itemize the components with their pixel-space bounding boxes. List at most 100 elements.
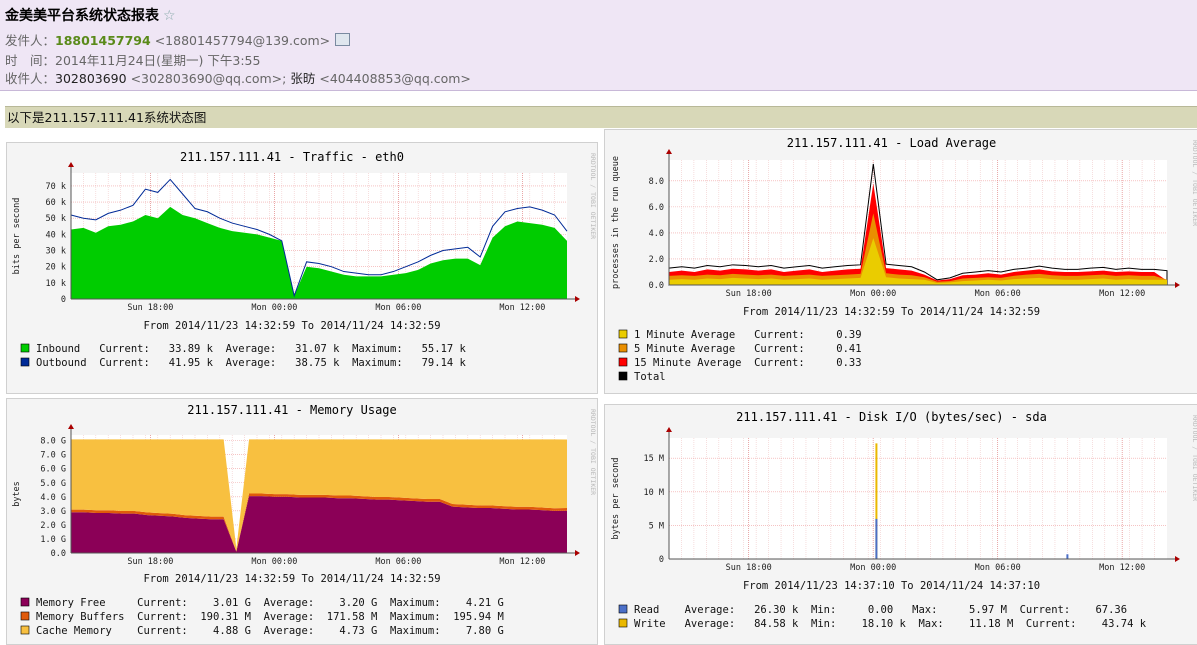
graph-period: From 2014/11/23 14:37:10 To 2014/11/24 1… — [743, 580, 1040, 592]
graph-svg: 211.157.111.41 - Memory Usage RRDTOOL / T… — [12, 403, 597, 637]
y-tick-label: 0 — [61, 295, 66, 305]
y-tick-label: 70 k — [46, 182, 66, 192]
x-axis-arrow — [575, 296, 580, 302]
graph-period: From 2014/11/23 14:32:59 To 2014/11/24 1… — [143, 320, 440, 332]
y-tick-label: 40 k — [46, 230, 66, 240]
legend-swatch — [20, 357, 30, 367]
rrdtool-credit: RRDTOOL / TOBI OETIKER — [1191, 415, 1197, 501]
y-tick-label: 10 k — [46, 279, 66, 289]
legend-entry: Memory Free Current: 3.01 G Average: 3.2… — [36, 597, 504, 609]
subject-text: 金美美平台系统状态报表 — [5, 8, 159, 24]
legend-entry: Total — [634, 371, 666, 383]
disk-io-graph: 211.157.111.41 - Disk I/O (bytes/sec) - … — [604, 404, 1197, 645]
legend-swatch — [618, 371, 628, 381]
y-tick-label: 3.0 G — [40, 507, 66, 517]
legend-swatch — [20, 343, 30, 353]
x-axis-arrow — [1175, 556, 1180, 562]
y-tick-label: 50 k — [46, 214, 66, 224]
y-tick-label: 15 M — [644, 454, 664, 464]
x-tick-label: Sun 18:00 — [127, 303, 173, 313]
x-axis-arrow — [1175, 282, 1180, 288]
grid — [669, 438, 1167, 560]
rrdtool-credit: RRDTOOL / TOBI OETIKER — [589, 409, 597, 495]
graph-period: From 2014/11/23 14:32:59 To 2014/11/24 1… — [743, 306, 1040, 318]
legend-entry: 1 Minute Average Current: 0.39 — [634, 329, 862, 341]
sender-row: 发件人：18801457794 <18801457794@139.com> — [5, 30, 351, 49]
y-axis-label: processes in the run queue — [611, 156, 621, 289]
time-value: 2014年11月24日(星期一) 下午3:55 — [55, 53, 261, 68]
y-tick-label: 2.0 G — [40, 521, 66, 531]
star-icon[interactable]: ☆ — [163, 8, 176, 24]
y-tick-label: 6.0 — [649, 203, 664, 213]
y-axis-arrow — [666, 149, 672, 154]
graph-title: 211.157.111.41 - Traffic - eth0 — [180, 150, 404, 164]
recipient-2-name[interactable]: 张昉 — [290, 71, 315, 86]
contact-card-icon[interactable] — [335, 33, 351, 46]
sender-address: <18801457794@139.com> — [154, 33, 331, 48]
legend-entry: Outbound Current: 41.95 k Average: 38.75… — [36, 357, 467, 369]
email-subject: 金美美平台系统状态报表 ☆ — [5, 5, 176, 25]
legend-swatch — [20, 611, 30, 621]
time-label: 时 间： — [5, 53, 56, 68]
x-tick-label: Mon 00:00 — [850, 563, 896, 573]
sender-name[interactable]: 18801457794 — [55, 33, 151, 48]
graph-title: 211.157.111.41 - Memory Usage — [187, 403, 397, 417]
y-tick-label: 5.0 G — [40, 479, 66, 489]
time-row: 时 间：2014年11月24日(星期一) 下午3:55 — [5, 50, 260, 69]
y-tick-label: 7.0 G — [40, 451, 66, 461]
x-tick-label: Mon 00:00 — [850, 289, 896, 299]
legend-entry: Cache Memory Current: 4.88 G Average: 4.… — [36, 625, 504, 637]
recipient-1-name[interactable]: 302803690 — [55, 71, 127, 86]
grid — [669, 160, 1167, 286]
y-axis-label: bytes — [12, 481, 22, 507]
rrdtool-credit: RRDTOOL / TOBI OETIKER — [589, 153, 597, 239]
legend-entry: Inbound Current: 33.89 k Average: 31.07 … — [36, 343, 467, 355]
graph-svg: 211.157.111.41 - Traffic - eth0 RRDTOOL /… — [12, 150, 597, 369]
x-tick-label: Mon 12:00 — [1099, 563, 1145, 573]
legend-entry: Read Average: 26.30 k Min: 0.00 Max: 5.9… — [634, 604, 1127, 616]
graph-title: 211.157.111.41 - Disk I/O (bytes/sec) - … — [736, 410, 1047, 424]
x-tick-label: Mon 06:00 — [375, 557, 421, 567]
legend-swatch — [20, 625, 30, 635]
y-tick-label: 8.0 G — [40, 437, 66, 447]
y-axis-arrow — [68, 424, 74, 429]
legend-swatch — [618, 618, 628, 628]
x-tick-label: Mon 00:00 — [251, 557, 297, 567]
x-tick-label: Mon 12:00 — [499, 303, 545, 313]
y-tick-label: 4.0 G — [40, 493, 66, 503]
y-axis-label: bits per second — [12, 198, 22, 275]
x-axis-arrow — [575, 550, 580, 556]
y-tick-label: 2.0 — [649, 255, 664, 265]
io-spike — [1066, 554, 1069, 559]
y-tick-label: 5 M — [649, 521, 664, 531]
legend-swatch — [618, 357, 628, 367]
report-banner: 以下是211.157.111.41系统状态图 — [5, 106, 1197, 128]
y-tick-label: 0.0 — [649, 281, 664, 291]
x-tick-label: Sun 18:00 — [127, 557, 173, 567]
legend-entry: Memory Buffers Current: 190.31 M Average… — [36, 611, 504, 623]
recipients-row: 收件人：302803690 <302803690@qq.com>; 张昉 <40… — [5, 68, 471, 87]
x-tick-label: Mon 06:00 — [975, 563, 1021, 573]
y-axis-label: bytes per second — [611, 458, 621, 540]
x-tick-label: Mon 00:00 — [251, 303, 297, 313]
legend-swatch — [20, 597, 30, 607]
legend-swatch — [618, 343, 628, 353]
legend-swatch — [618, 329, 628, 339]
load-average-graph: 211.157.111.41 - Load Average RRDTOOL / T… — [604, 129, 1197, 394]
x-tick-label: Sun 18:00 — [726, 563, 772, 573]
y-tick-label: 8.0 — [649, 177, 664, 187]
traffic-graph: 211.157.111.41 - Traffic - eth0 RRDTOOL /… — [6, 142, 598, 394]
x-tick-label: Mon 06:00 — [375, 303, 421, 313]
graph-period: From 2014/11/23 14:32:59 To 2014/11/24 1… — [143, 573, 440, 585]
graph-title: 211.157.111.41 - Load Average — [787, 136, 997, 150]
y-tick-label: 20 k — [46, 263, 66, 273]
x-tick-label: Mon 06:00 — [975, 289, 1021, 299]
x-tick-label: Sun 18:00 — [726, 289, 772, 299]
y-axis-arrow — [68, 162, 74, 167]
x-tick-label: Mon 12:00 — [499, 557, 545, 567]
y-tick-label: 0 — [659, 555, 664, 565]
sender-label: 发件人： — [5, 33, 56, 48]
recipient-2-address: <404408853@qq.com> — [319, 71, 471, 86]
y-tick-label: 4.0 — [649, 229, 664, 239]
y-tick-label: 6.0 G — [40, 465, 66, 475]
